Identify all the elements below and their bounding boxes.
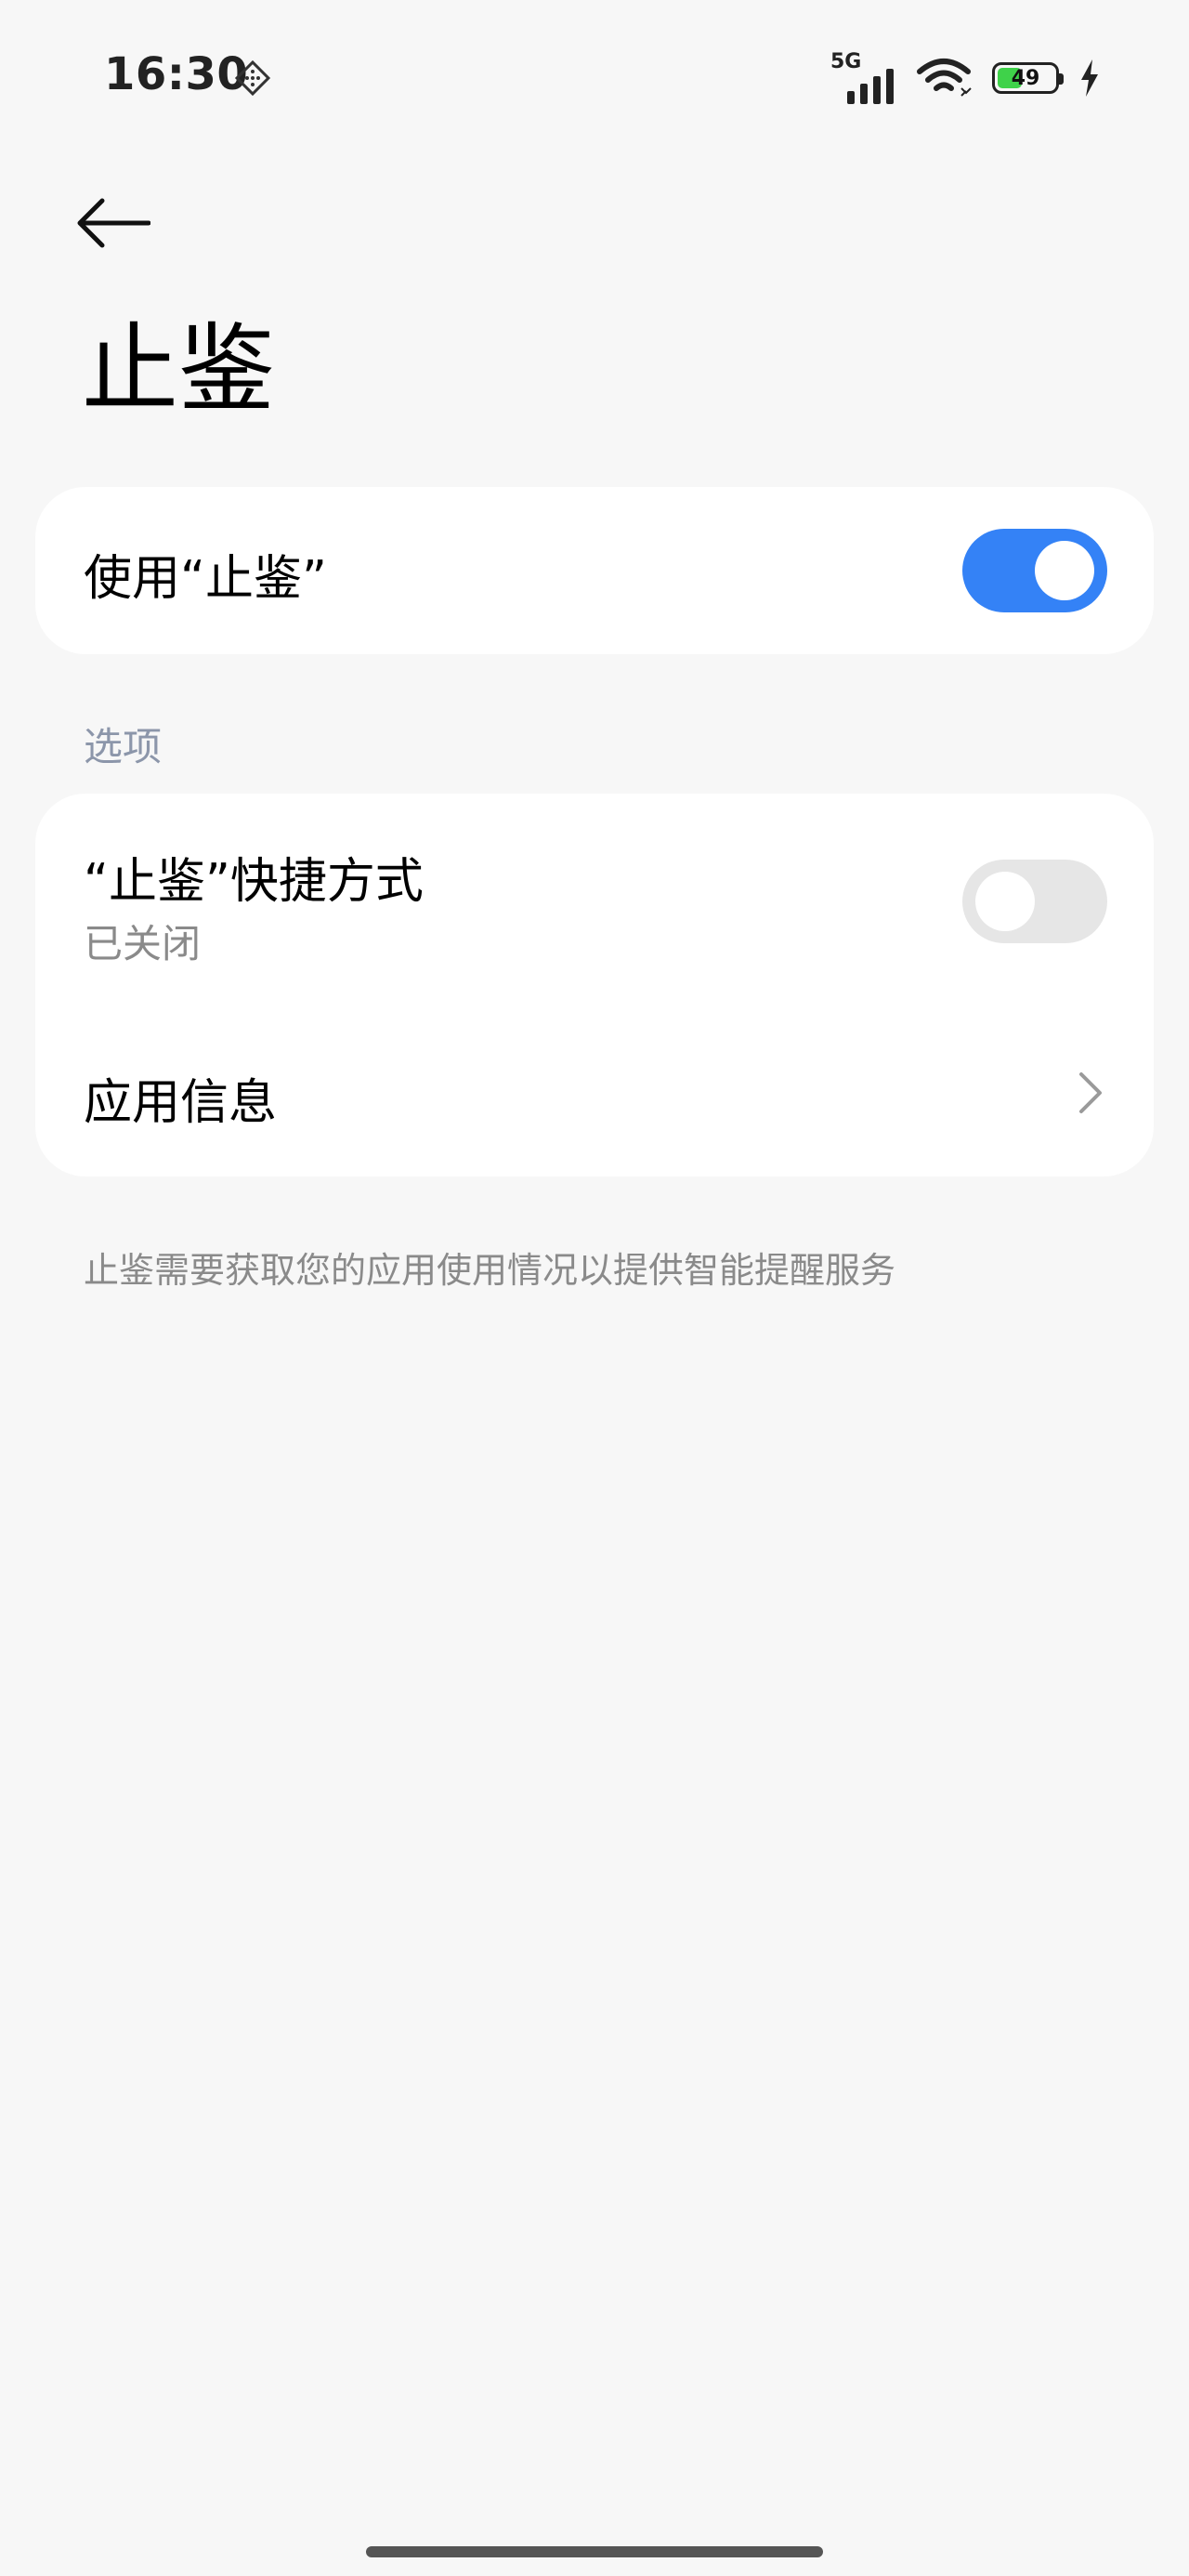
chevron-right-icon [1079,1072,1102,1113]
status-time: 16:30 [104,48,249,100]
page-title: 止鉴 [82,312,276,426]
shortcut-toggle[interactable] [962,860,1107,943]
status-bar: 16:30 5G 49 [0,0,1189,158]
enable-card: 使用“止鉴” [35,487,1154,654]
signal-icon: 5G [830,50,895,104]
battery-nub [1059,73,1064,85]
arrow-left-icon [77,198,150,248]
options-card: “止鉴”快捷方式 已关闭 应用信息 [35,794,1154,1176]
toggle-knob [975,872,1035,931]
app-info-row[interactable]: 应用信息 [35,1011,1154,1176]
home-indicator[interactable] [366,2546,823,2557]
footer-note: 止鉴需要获取您的应用使用情况以提供智能提醒服务 [84,1250,896,1291]
enable-label: 使用“止鉴” [84,551,327,607]
battery-icon: 49 [992,62,1064,94]
app-info-label: 应用信息 [84,1075,278,1131]
signal-bars [847,69,894,104]
toggle-knob [1035,541,1094,600]
shortcut-row[interactable]: “止鉴”快捷方式 已关闭 [35,794,1154,1011]
battery-level: 49 [1011,66,1040,90]
charging-bolt-icon [1081,59,1098,97]
back-button[interactable] [74,186,167,260]
shortcut-label: “止鉴”快捷方式 [84,854,424,910]
wifi-icon [917,59,972,97]
enable-toggle[interactable] [962,529,1107,612]
status-icons: 5G 49 [830,50,1100,104]
shortcut-status: 已关闭 [84,921,202,966]
enable-row[interactable]: 使用“止鉴” [35,487,1154,654]
section-label-options: 选项 [84,724,163,769]
dnd-diamond-icon [234,59,271,97]
